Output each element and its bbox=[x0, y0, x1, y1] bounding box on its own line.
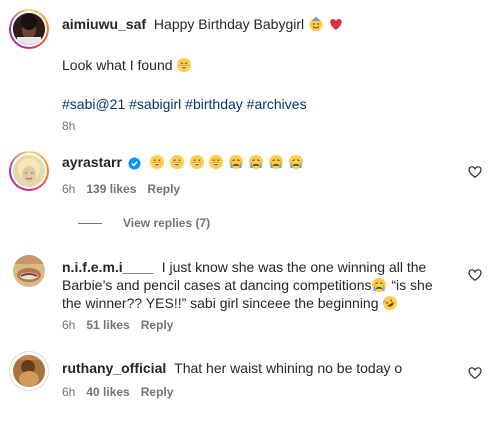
comment-meta: 6h 139 likes Reply bbox=[62, 182, 180, 196]
likes-count[interactable]: 139 likes bbox=[86, 182, 136, 196]
rolling-laughing-emoji-icon bbox=[382, 295, 398, 315]
like-heart-icon[interactable] bbox=[468, 268, 482, 282]
birthday-face-emoji-icon bbox=[308, 16, 324, 36]
reply-button[interactable]: Reply bbox=[141, 318, 174, 332]
caption-line-2: Look what I found bbox=[62, 56, 192, 77]
avatar[interactable] bbox=[13, 255, 45, 287]
hashtags[interactable]: #sabi@21 #sabigirl #birthday #archives bbox=[62, 95, 307, 113]
crying-face-emoji-icon bbox=[288, 154, 304, 174]
story-ring[interactable] bbox=[9, 151, 49, 191]
comment-line-1: n.i.f.e.m.i____ I just know she was the … bbox=[62, 259, 427, 275]
verified-badge-icon bbox=[128, 156, 141, 174]
comment-meta: 6h 51 likes Reply bbox=[62, 318, 173, 332]
crying-face-emoji-icon bbox=[228, 154, 244, 174]
grinning-face-emoji-icon bbox=[176, 57, 192, 77]
caption-text: Happy Birthday Babygirl bbox=[153, 16, 305, 32]
caption-meta: 8h bbox=[62, 119, 75, 133]
comment-time: 6h bbox=[62, 385, 76, 399]
avatar bbox=[13, 13, 45, 45]
view-replies-row[interactable]: View replies (7) bbox=[62, 216, 210, 230]
reply-button[interactable]: Reply bbox=[141, 385, 174, 399]
likes-count[interactable]: 40 likes bbox=[86, 385, 129, 399]
crying-face-emoji-icon bbox=[248, 154, 264, 174]
comment-line: ruthany_official That her waist whining … bbox=[62, 360, 403, 376]
emoji-sequence bbox=[149, 154, 304, 170]
comment-line-3: the winner?? YES!!” sabi girl sinceee th… bbox=[62, 294, 398, 315]
story-ring[interactable] bbox=[9, 351, 49, 391]
likes-count[interactable]: 51 likes bbox=[86, 318, 129, 332]
comment-time: 6h bbox=[62, 182, 76, 196]
grinning-face-emoji-icon bbox=[149, 154, 165, 174]
grinning-face-emoji-icon bbox=[169, 154, 185, 174]
caption-time: 8h bbox=[62, 119, 76, 133]
comment-username[interactable]: n.i.f.e.m.i____ bbox=[62, 259, 154, 275]
view-replies-button[interactable]: View replies (7) bbox=[123, 216, 210, 230]
comment-meta: 6h 40 likes Reply bbox=[62, 385, 173, 399]
comment-line: ayrastarr bbox=[62, 153, 304, 174]
comment-time: 6h bbox=[62, 318, 76, 332]
grinning-face-emoji-icon bbox=[208, 154, 224, 174]
caption-username[interactable]: aimiuwu_saf bbox=[62, 16, 146, 32]
caption-line-1: aimiuwu_saf Happy Birthday Babygirl bbox=[62, 15, 344, 36]
comment-username[interactable]: ruthany_official bbox=[62, 360, 166, 376]
story-ring[interactable] bbox=[9, 9, 49, 49]
replies-divider bbox=[78, 222, 102, 224]
avatar bbox=[13, 155, 45, 187]
grinning-face-emoji-icon bbox=[189, 154, 205, 174]
like-heart-icon[interactable] bbox=[468, 366, 482, 380]
red-heart-emoji-icon bbox=[328, 16, 344, 36]
reply-button[interactable]: Reply bbox=[147, 182, 180, 196]
avatar bbox=[13, 355, 45, 387]
like-heart-icon[interactable] bbox=[468, 165, 482, 179]
comment-username[interactable]: ayrastarr bbox=[62, 154, 122, 170]
crying-face-emoji-icon bbox=[268, 154, 284, 174]
